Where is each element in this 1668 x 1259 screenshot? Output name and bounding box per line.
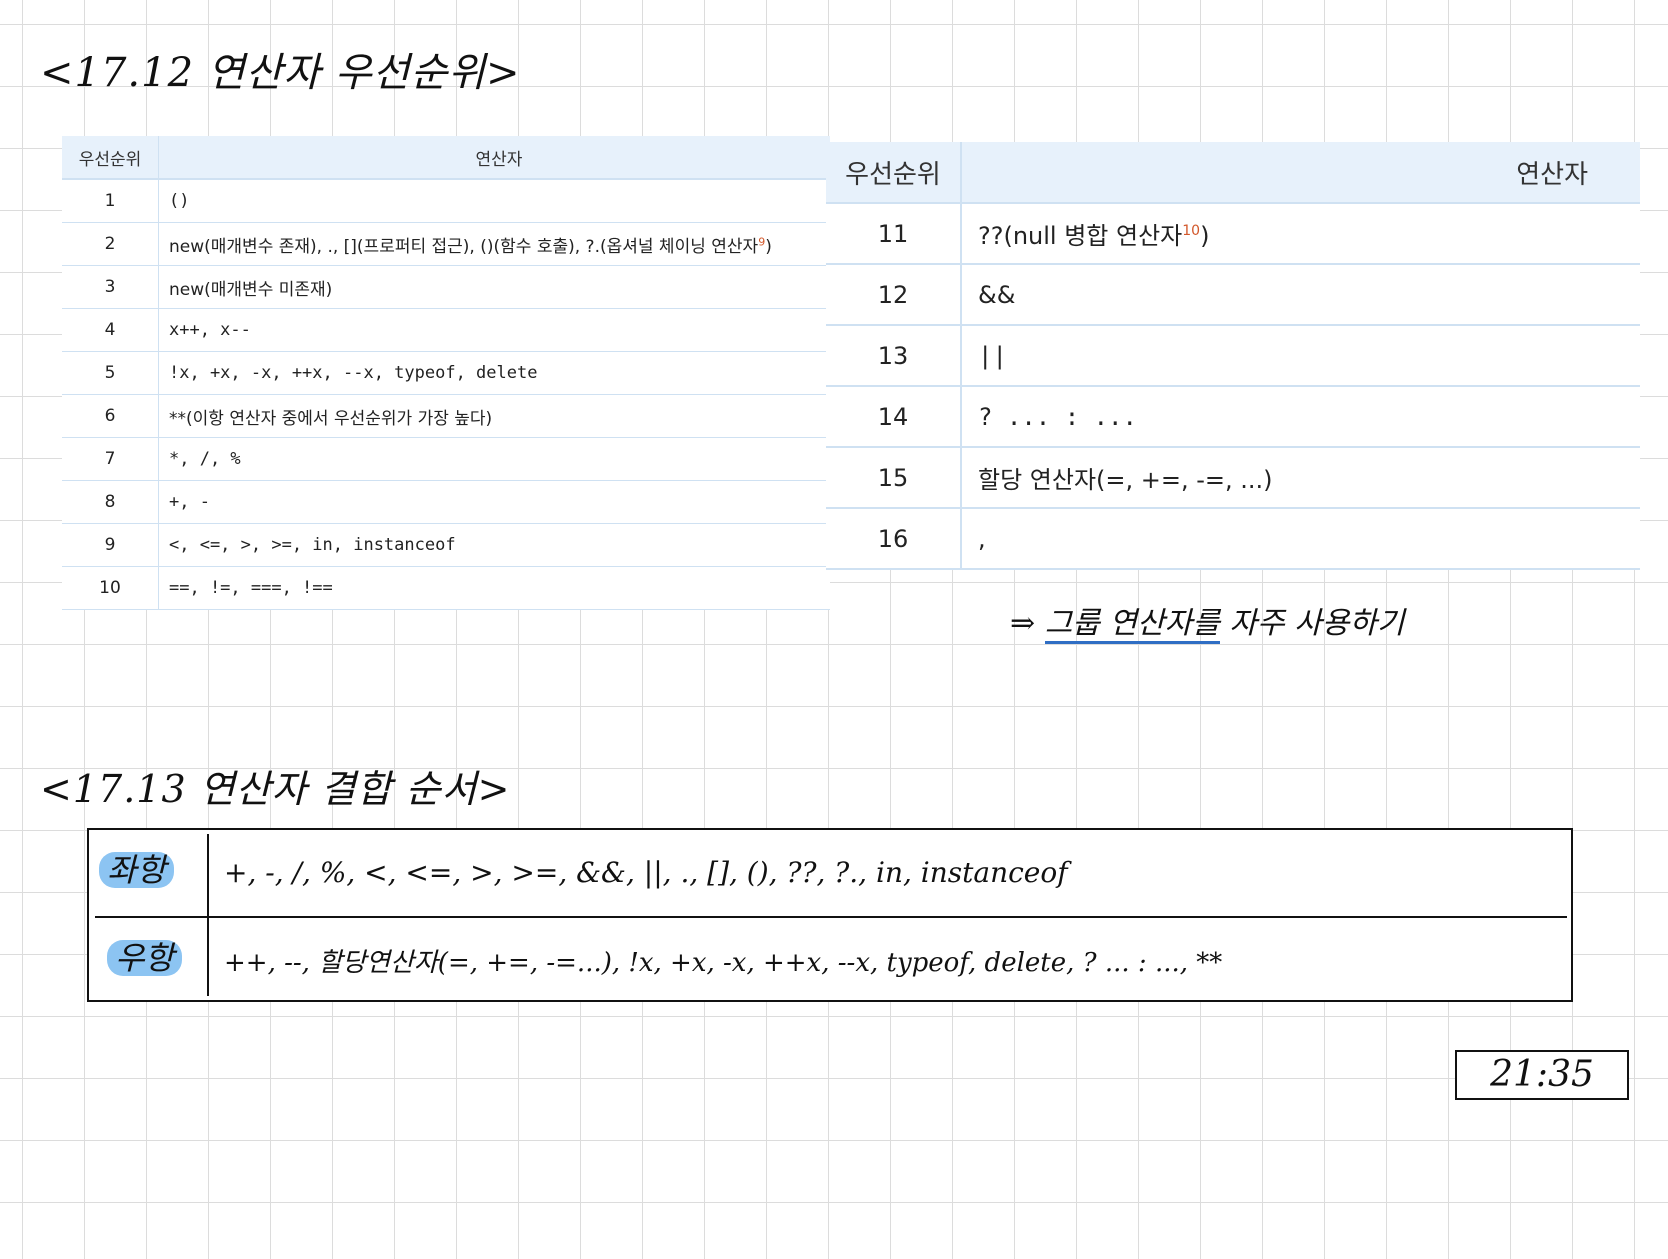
operator-cell: (): [158, 179, 830, 223]
table-row: 3 new(매개변수 미존재): [62, 265, 830, 309]
table-row: 4 x++, x--: [62, 308, 830, 352]
horizontal-divider: [95, 916, 1567, 918]
operator-cell: +, -: [158, 480, 830, 524]
rank-cell: 8: [62, 480, 159, 524]
operator-cell: 할당 연산자(=, +=, -=, ...): [961, 447, 1640, 509]
operator-text: ??(null 병합 연산자: [978, 222, 1183, 250]
operator-cell: <, <=, >, >=, in, instanceof: [158, 523, 830, 567]
right-assoc-operators: ++, --, 할당연산자(=, +=, -=...), !x, +x, -x,…: [224, 948, 1223, 978]
table-row: 5 !x, +x, -x, ++x, --x, typeof, delete: [62, 351, 830, 395]
header-rank: 우선순위: [62, 136, 159, 180]
table-header-row: 우선순위 연산자: [826, 142, 1640, 204]
table-row: 2 new(매개변수 존재), ., [](프로퍼티 접근), ()(함수 호출)…: [62, 222, 830, 266]
arrow-icon: ⇒: [1010, 606, 1036, 641]
rank-cell: 14: [826, 386, 962, 448]
rank-cell: 7: [62, 437, 159, 481]
operator-cell: *, /, %: [158, 437, 830, 481]
right-assoc-label: 우항: [107, 940, 182, 976]
table-row: 12 &&: [826, 264, 1640, 326]
rank-cell: 13: [826, 325, 962, 387]
rank-cell: 9: [62, 523, 159, 567]
table-row: 16,: [826, 508, 1640, 570]
table-row: 1(): [62, 179, 830, 223]
operator-text: new(매개변수 존재), ., [](프로퍼티 접근), ()(함수 호출),…: [169, 236, 759, 257]
table-header-row: 우선순위 연산자: [62, 136, 830, 180]
table-row: 10 ==, !=, ===, !==: [62, 566, 830, 610]
section-heading-associativity: <17.13 연산자 결합 순서>: [40, 767, 511, 811]
table-row: 9 <, <=, >, >=, in, instanceof: [62, 523, 830, 567]
table-row: 14? ... : ...: [826, 386, 1640, 448]
operator-cell: ??(null 병합 연산자10): [961, 203, 1640, 265]
rank-cell: 12: [826, 264, 962, 326]
operator-cell: ,: [961, 508, 1640, 570]
left-assoc-label: 좌항: [99, 852, 174, 888]
header-operator: 연산자: [158, 136, 830, 180]
operator-cell: ||: [961, 325, 1640, 387]
table-row: 7 *, /, %: [62, 437, 830, 481]
operator-cell: &&: [961, 264, 1640, 326]
left-assoc-operators: +, -, /, %, <, <=, >, >=, &&, ||, ., [],…: [224, 856, 1068, 889]
operator-cell: ==, !=, ===, !==: [158, 566, 830, 610]
section-heading-precedence: <17.12 연산자 우선순위>: [40, 50, 521, 96]
table-row: 6 **(이항 연산자 중에서 우선순위가 가장 높다): [62, 394, 830, 438]
precedence-table-1: 우선순위 연산자 1() 2 new(매개변수 존재), ., [](프로퍼티 접…: [62, 136, 830, 610]
associativity-box: 좌항 +, -, /, %, <, <=, >, >=, &&, ||, ., …: [87, 828, 1573, 1002]
operator-cell: ? ... : ...: [961, 386, 1640, 448]
rank-cell: 15: [826, 447, 962, 509]
rank-cell: 10: [62, 566, 159, 610]
rank-cell: 1: [62, 179, 159, 223]
note-underlined: 그룹 연산자를: [1044, 606, 1220, 644]
operator-cell: x++, x--: [158, 308, 830, 352]
table-row: 13 ||: [826, 325, 1640, 387]
rank-cell: 2: [62, 222, 159, 266]
handwritten-note: ⇒ 그룹 연산자를 자주 사용하기: [1010, 598, 1405, 644]
vertical-divider: [207, 834, 209, 996]
rank-cell: 11: [826, 203, 962, 265]
operator-tail: ): [1200, 222, 1210, 250]
operator-cell: **(이항 연산자 중에서 우선순위가 가장 높다): [158, 394, 830, 438]
header-operator: 연산자: [961, 142, 1640, 204]
operator-cell: new(매개변수 미존재): [158, 265, 830, 309]
note-rest: 자주 사용하기: [1219, 606, 1405, 641]
rank-cell: 4: [62, 308, 159, 352]
rank-cell: 5: [62, 351, 159, 395]
table-row: 11 ??(null 병합 연산자10): [826, 203, 1640, 265]
table-row: 15 할당 연산자(=, +=, -=, ...): [826, 447, 1640, 509]
operator-cell: new(매개변수 존재), ., [](프로퍼티 접근), ()(함수 호출),…: [158, 222, 830, 266]
header-rank: 우선순위: [826, 142, 962, 204]
time-stamp: 21:35: [1455, 1050, 1629, 1100]
rank-cell: 16: [826, 508, 962, 570]
table-row: 8 +, -: [62, 480, 830, 524]
rank-cell: 6: [62, 394, 159, 438]
footnote-marker: 10: [1182, 223, 1201, 239]
operator-tail: ): [765, 236, 772, 257]
rank-cell: 3: [62, 265, 159, 309]
precedence-table-2: 우선순위 연산자 11 ??(null 병합 연산자10) 12 && 13 || 1…: [826, 142, 1640, 570]
operator-cell: !x, +x, -x, ++x, --x, typeof, delete: [158, 351, 830, 395]
